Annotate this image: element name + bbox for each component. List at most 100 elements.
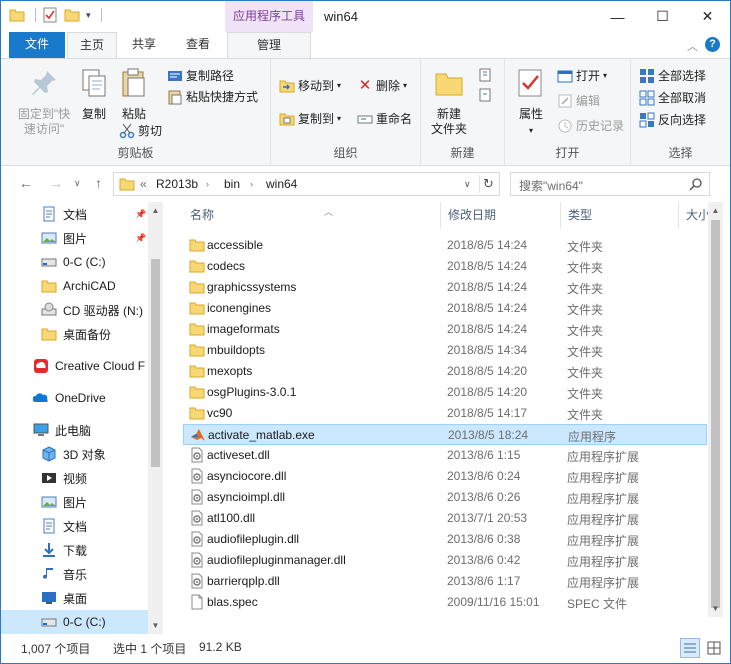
nav-item[interactable]: 桌面备份	[1, 322, 149, 346]
file-list-scroll-thumb[interactable]	[711, 220, 720, 608]
rename-button[interactable]: 重命名	[357, 110, 412, 127]
nav-item[interactable]: 文档	[1, 514, 149, 538]
minimize-button[interactable]: —	[595, 1, 640, 32]
open-label: 打开	[576, 69, 601, 83]
breadcrumb-bin[interactable]: bin	[224, 177, 240, 191]
file-row[interactable]: mexopts 2018/8/5 14:20 文件夹	[183, 361, 707, 382]
file-row[interactable]: codecs 2018/8/5 14:24 文件夹	[183, 256, 707, 277]
file-row[interactable]: asyncioimpl.dll 2013/8/6 0:26 应用程序扩展	[183, 487, 707, 508]
scroll-down-arrow-icon[interactable]: ▼	[708, 600, 723, 617]
up-arrow-icon[interactable]: ↑	[95, 175, 102, 191]
paste-button[interactable]: 粘贴	[117, 67, 151, 122]
help-icon[interactable]: ?	[705, 37, 720, 52]
column-header-date[interactable]: 修改日期	[441, 202, 561, 229]
nav-item[interactable]: 音乐	[1, 562, 149, 586]
file-row[interactable]: asynciocore.dll 2013/8/6 0:24 应用程序扩展	[183, 466, 707, 487]
nav-item[interactable]: 桌面	[1, 586, 149, 610]
new-folder-button[interactable]: 新建 文件夹	[427, 67, 471, 137]
file-list-scrollbar[interactable]: ▲ ▼	[708, 202, 723, 617]
nav-scrollbar[interactable]: ▲ ▼	[148, 202, 163, 634]
breadcrumb-win64[interactable]: win64	[266, 177, 297, 191]
open-button[interactable]: 打开 ▾	[557, 67, 607, 84]
new-folder-icon[interactable]	[64, 7, 80, 23]
nav-item[interactable]: 图片	[1, 490, 149, 514]
column-header-date-label: 修改日期	[448, 208, 497, 222]
tab-share[interactable]: 共享	[121, 32, 167, 58]
file-row[interactable]: iconengines 2018/8/5 14:24 文件夹	[183, 298, 707, 319]
copy-path-icon	[168, 70, 182, 81]
breadcrumb-overflow[interactable]: «	[140, 177, 147, 191]
invert-selection-button[interactable]: 反向选择	[639, 111, 706, 128]
nav-item[interactable]: 下载	[1, 538, 149, 562]
copy-button[interactable]: 复制	[77, 67, 111, 122]
scroll-up-arrow-icon[interactable]: ▲	[708, 202, 723, 219]
folder-icon[interactable]	[9, 7, 25, 23]
file-row[interactable]: mbuildopts 2018/8/5 14:34 文件夹	[183, 340, 707, 361]
file-row[interactable]: osgPlugins-3.0.1 2018/8/5 14:20 文件夹	[183, 382, 707, 403]
nav-item[interactable]: 图片 📌	[1, 226, 149, 250]
copy-path-button[interactable]: 复制路径	[167, 67, 234, 84]
nav-item[interactable]: ArchiCAD	[1, 274, 149, 298]
file-row[interactable]: activate_matlab.exe 2013/8/5 18:24 应用程序	[183, 424, 707, 445]
file-row[interactable]: graphicssystems 2018/8/5 14:24 文件夹	[183, 277, 707, 298]
column-header-type[interactable]: 类型	[561, 202, 679, 229]
nav-item[interactable]: OneDrive	[1, 386, 149, 410]
tab-view[interactable]: 查看	[173, 32, 223, 58]
details-view-button[interactable]	[680, 638, 700, 658]
move-to-button[interactable]: 移动到 ▾	[279, 77, 341, 94]
file-row[interactable]: audiofilepluginmanager.dll 2013/8/6 0:42 应…	[183, 550, 707, 571]
address-bar[interactable]: « R2013b › bin › win64 ∨ ↻	[113, 172, 500, 196]
history-button[interactable]: 历史记录	[557, 117, 624, 134]
properties-button[interactable]: 属性 ▾	[513, 67, 549, 138]
maximize-button[interactable]: ☐	[640, 1, 685, 32]
nav-item[interactable]: 视频	[1, 466, 149, 490]
pin-quick-access-button[interactable]: 固定到"快速访问"	[11, 67, 77, 137]
new-item-icon[interactable]	[477, 67, 493, 83]
file-row[interactable]: activeset.dll 2013/8/6 1:15 应用程序扩展	[183, 445, 707, 466]
search-box[interactable]: 搜索"win64"	[510, 172, 710, 196]
paste-shortcut-button[interactable]: 粘贴快捷方式	[167, 88, 258, 105]
chevron-down-icon[interactable]: ▾	[86, 10, 91, 21]
recent-locations-chevron-icon[interactable]: ∨	[74, 178, 81, 189]
nav-item[interactable]: 0-C (C:)	[1, 250, 149, 274]
breadcrumb-separator-icon[interactable]: ›	[250, 179, 253, 189]
tab-home[interactable]: 主页	[67, 32, 117, 59]
nav-item[interactable]: 3D 对象	[1, 442, 149, 466]
nav-item[interactable]: Creative Cloud F	[1, 354, 149, 378]
select-all-button[interactable]: 全部选择	[639, 67, 706, 84]
nav-scroll-thumb[interactable]	[151, 259, 160, 467]
collapse-ribbon-icon[interactable]: ︿	[687, 38, 698, 54]
address-history-chevron-icon[interactable]: ∨	[464, 179, 471, 190]
refresh-icon[interactable]: ↻	[479, 175, 497, 193]
breadcrumb-r2013b[interactable]: R2013b	[156, 177, 198, 191]
nav-item[interactable]: 0-C (C:)	[1, 610, 149, 634]
back-arrow-icon[interactable]: ←	[19, 175, 33, 191]
close-button[interactable]: ✕	[685, 1, 730, 32]
group-label-open: 打开	[555, 146, 580, 160]
file-row[interactable]: blas.spec 2009/11/16 15:01 SPEC 文件	[183, 592, 707, 613]
nav-item[interactable]: CD 驱动器 (N:)	[1, 298, 149, 322]
easy-access-icon[interactable]	[477, 87, 493, 103]
edit-button[interactable]: 编辑	[557, 92, 600, 109]
file-row[interactable]: imageformats 2018/8/5 14:24 文件夹	[183, 319, 707, 340]
scroll-up-arrow-icon[interactable]: ▲	[148, 202, 163, 219]
file-row[interactable]: audiofileplugin.dll 2013/8/6 0:38 应用程序扩展	[183, 529, 707, 550]
tab-manage[interactable]: 管理	[227, 32, 311, 59]
column-header-name[interactable]: 名称 ︿	[183, 202, 441, 229]
cut-button[interactable]: 剪切	[119, 122, 162, 139]
copy-to-button[interactable]: 复制到 ▾	[279, 110, 341, 127]
file-row[interactable]: barrierqplp.dll 2013/8/6 1:17 应用程序扩展	[183, 571, 707, 592]
delete-button[interactable]: ✕ 删除 ▾	[357, 77, 407, 94]
large-icons-view-button[interactable]	[704, 638, 724, 658]
properties-icon[interactable]	[42, 7, 58, 23]
file-row[interactable]: accessible 2018/8/5 14:24 文件夹	[183, 235, 707, 256]
breadcrumb-separator-icon[interactable]: ›	[206, 179, 209, 189]
tab-file[interactable]: 文件	[9, 32, 65, 58]
file-row[interactable]: atl100.dll 2013/7/1 20:53 应用程序扩展	[183, 508, 707, 529]
nav-item[interactable]: 文档 📌	[1, 202, 149, 226]
forward-arrow-icon[interactable]: →	[49, 175, 63, 191]
file-row[interactable]: vc90 2018/8/5 14:17 文件夹	[183, 403, 707, 424]
select-none-button[interactable]: 全部取消	[639, 89, 706, 106]
scroll-down-arrow-icon[interactable]: ▼	[148, 617, 163, 634]
nav-item[interactable]: 此电脑	[1, 418, 149, 442]
